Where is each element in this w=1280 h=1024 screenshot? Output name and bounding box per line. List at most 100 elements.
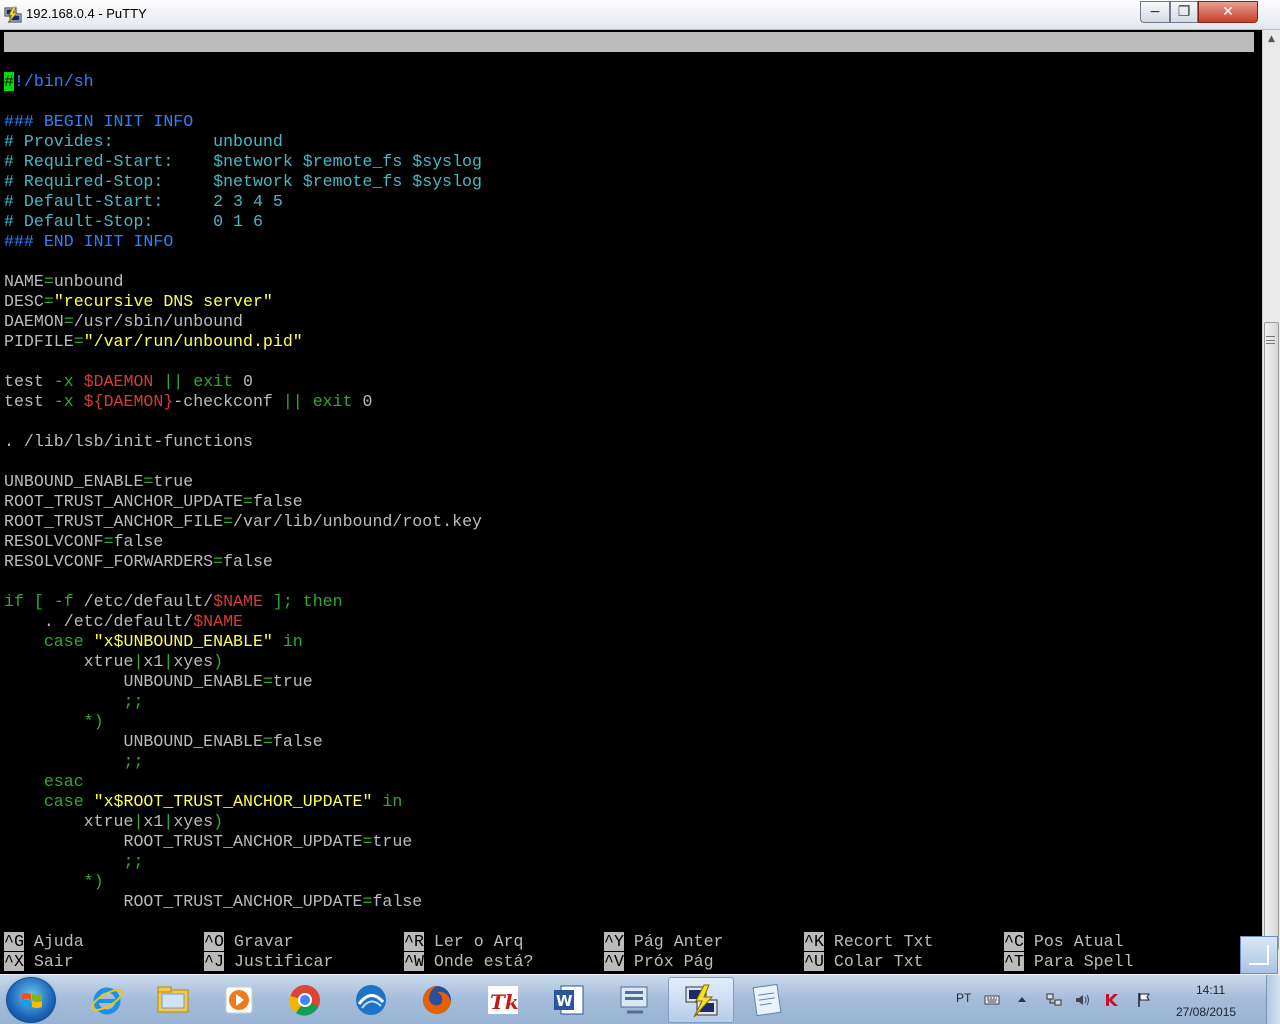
- code-token: xyes: [173, 812, 214, 831]
- code-token: ### BEGIN INIT INFO: [4, 112, 194, 131]
- shortcut-key: ^V: [604, 952, 624, 971]
- taskbar-button-putty[interactable]: [668, 977, 734, 1023]
- code-token: false: [252, 492, 303, 511]
- network-icon[interactable]: [1046, 992, 1062, 1008]
- vertical-scrollbar[interactable]: ▲: [1262, 30, 1280, 974]
- clock-date[interactable]: 27/08/2015: [1176, 1005, 1236, 1019]
- shortcut-key: ^J: [204, 952, 224, 971]
- code-token: UNBOUND_ENABLE: [4, 672, 263, 691]
- notepad-icon: [749, 982, 785, 1018]
- code-token: xyes: [173, 652, 214, 671]
- app-wave-icon: [353, 982, 389, 1018]
- code-token: true: [153, 472, 194, 491]
- code-token: UNBOUND_ENABLE: [4, 472, 144, 491]
- code-token: test: [4, 372, 54, 391]
- code-token: "x$ROOT_TRUST_ANCHOR_UPDATE": [93, 792, 373, 811]
- taskbar-button-app-wave[interactable]: [338, 977, 404, 1023]
- shortcut-ajuda: ^G Ajuda: [4, 932, 84, 952]
- code-line: test -x $DAEMON || exit 0: [4, 372, 253, 392]
- nano-file-label: Arquivo: /etc/init.d/unbound: [403, 72, 682, 91]
- action-center-flag-icon[interactable]: [1136, 992, 1152, 1008]
- code-token: # Default-Start: 2 3 4 5: [4, 192, 283, 211]
- shortcut-label: Recort Txt: [823, 932, 934, 951]
- code-token: *): [4, 872, 104, 891]
- shortcut-justificar: ^J Justificar: [204, 952, 333, 972]
- putty-icon: [4, 6, 22, 24]
- language-indicator[interactable]: PT: [956, 991, 971, 1005]
- taskbar-button-word[interactable]: W: [536, 977, 602, 1023]
- taskbar-button-chrome[interactable]: [272, 977, 338, 1023]
- code-token: =: [43, 292, 54, 311]
- code-token: false: [113, 532, 164, 551]
- code-token: $DAEMON: [83, 372, 154, 391]
- taskbar-button-media-player[interactable]: [206, 977, 272, 1023]
- code-line: DAEMON=/usr/sbin/unbound: [4, 312, 243, 332]
- volume-icon[interactable]: [1074, 992, 1090, 1008]
- code-token: $NAME: [193, 612, 243, 631]
- code-token: *): [4, 712, 104, 731]
- code-line: ### BEGIN INIT INFO: [4, 112, 193, 132]
- keyboard-icon[interactable]: [984, 992, 1000, 1008]
- shortcut-label: Pág Anter: [623, 932, 724, 951]
- code-token: true: [272, 672, 313, 691]
- code-token: x1: [143, 812, 164, 831]
- start-button[interactable]: [6, 977, 56, 1023]
- code-line: if [ -f /etc/default/$NAME ]; then: [4, 592, 343, 612]
- code-line: *): [4, 872, 104, 892]
- code-token: =: [143, 472, 154, 491]
- taskbar-button-internet-explorer[interactable]: [74, 977, 140, 1023]
- maximize-button[interactable]: ❐: [1170, 1, 1198, 23]
- code-token: =: [213, 552, 224, 571]
- code-line: ;;: [4, 692, 143, 712]
- code-token: ): [213, 812, 224, 831]
- nano-header-bar: GNU nano 2.2.6 Arquivo: /etc/init.d/unbo…: [4, 32, 1254, 91]
- file-explorer-icon: [155, 982, 191, 1018]
- code-token: in: [372, 792, 403, 811]
- code-token: =: [362, 832, 373, 851]
- shortcut-para-spell: ^T Para Spell: [1004, 952, 1133, 972]
- code-token: |: [163, 652, 174, 671]
- code-token: . /etc/default/: [4, 612, 194, 631]
- code-token: ;;: [4, 852, 144, 871]
- taskbar-button-tk-app[interactable]: Tk: [470, 977, 536, 1023]
- scroll-up-arrow-icon[interactable]: ▲: [1263, 30, 1280, 48]
- code-token: case: [4, 792, 94, 811]
- shortcut-prox-pag: ^V Próx Pág: [604, 952, 714, 972]
- taskbar-button-firefox[interactable]: [404, 977, 470, 1023]
- show-desktop-button[interactable]: [1266, 975, 1280, 1024]
- resize-grip-icon[interactable]: [1240, 936, 1278, 974]
- text-cursor: #: [4, 72, 14, 91]
- shortcut-pag-anter: ^Y Pág Anter: [604, 932, 724, 952]
- putty-icon: [684, 983, 720, 1019]
- scroll-thumb[interactable]: [1264, 322, 1279, 950]
- close-button[interactable]: ✕: [1198, 1, 1258, 23]
- code-token: ;;: [4, 692, 144, 711]
- code-token: ROOT_TRUST_ANCHOR_UPDATE: [4, 892, 363, 911]
- kaspersky-icon[interactable]: [1104, 992, 1120, 1008]
- shortcut-recort-txt: ^K Recort Txt: [804, 932, 933, 952]
- taskbar-button-file-explorer[interactable]: [140, 977, 206, 1023]
- shortcut-key: ^Y: [604, 932, 624, 951]
- taskbar-button-network-tool[interactable]: [602, 977, 668, 1023]
- clock-time[interactable]: 14:11: [1196, 983, 1225, 997]
- shortcut-key: ^K: [804, 932, 824, 951]
- shortcut-key: ^W: [404, 952, 424, 971]
- code-token: # Required-Stop: $network $remote_fs $sy…: [4, 172, 482, 191]
- code-token: ### END INIT INFO: [4, 232, 174, 251]
- show-hidden-icons-icon[interactable]: [1014, 992, 1030, 1008]
- taskbar-button-notepad[interactable]: [734, 977, 800, 1023]
- code-token: =: [262, 732, 273, 751]
- code-line: *): [4, 712, 104, 732]
- code-token: DESC: [4, 292, 44, 311]
- code-line: . /lib/lsb/init-functions: [4, 432, 253, 452]
- shortcut-label: Pos Atual: [1023, 932, 1124, 951]
- window-titlebar[interactable]: 192.168.0.4 - PuTTY − ❐ ✕: [0, 0, 1280, 30]
- shortcut-colar-txt: ^U Colar Txt: [804, 952, 924, 972]
- code-token: ;;: [4, 752, 144, 771]
- code-token: =: [73, 332, 84, 351]
- minimize-button[interactable]: −: [1140, 1, 1170, 23]
- firefox-icon: [419, 982, 455, 1018]
- code-token: |: [133, 652, 144, 671]
- code-token: ]; then: [262, 592, 343, 611]
- terminal-area[interactable]: GNU nano 2.2.6 Arquivo: /etc/init.d/unbo…: [0, 30, 1262, 974]
